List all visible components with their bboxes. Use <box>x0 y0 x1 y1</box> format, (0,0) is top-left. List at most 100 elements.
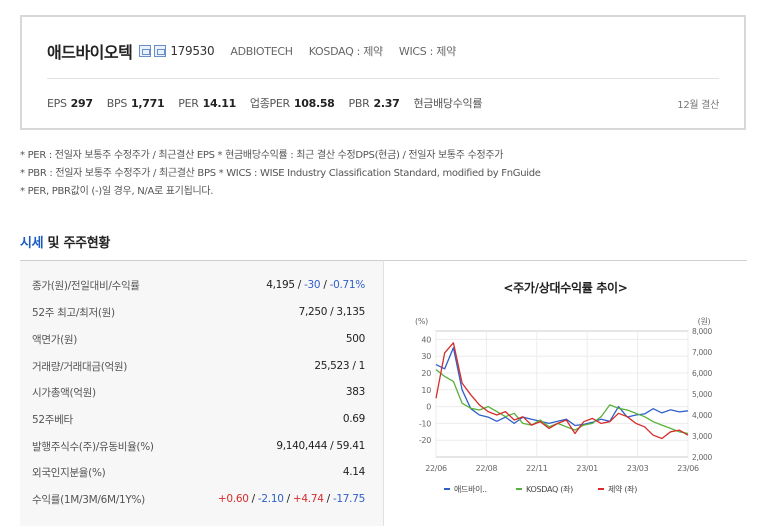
row-value: 383 <box>345 386 365 398</box>
row-value: 9,140,444 / 59.41 <box>276 440 365 452</box>
left-tick-label: -10 <box>419 419 431 428</box>
left-axis-unit: (%) <box>415 317 428 326</box>
right-tick-label: 5,000 <box>692 390 712 399</box>
table-row: 수익률(1M/3M/6M/1Y%) +0.60 / -2.10 / +4.74 … <box>20 486 383 512</box>
footnotes: * PER : 전일자 보통주 수정주가 / 최근결산 EPS * 현금배당수익… <box>20 147 541 201</box>
table-row: 종가(원)/전일대비/수익률 4,195 / -30 / -0.71% <box>20 272 383 298</box>
metric-eps: EPS 297 <box>47 97 93 110</box>
table-row: 외국인지분율(%) 4.14 <box>20 459 383 485</box>
stock-code: 179530 <box>170 44 215 58</box>
company-summary-box: 애드바이오텍 179530 ADBIOTECH KOSDAQ : 제약 WICS… <box>20 15 746 130</box>
industry-per-label: 업종PER <box>249 97 290 110</box>
table-row: 액면가(원) 500 <box>20 326 383 352</box>
wics-info: WICS : 제약 <box>398 45 456 58</box>
industry-per-value: 108.58 <box>293 97 335 110</box>
dividend-label: 현금배당수익률 <box>413 97 483 110</box>
left-tick-label: 30 <box>421 352 431 361</box>
metric-bps: BPS 1,771 <box>107 97 165 110</box>
x-tick-label: 22/08 <box>476 464 498 473</box>
plot-area <box>435 330 689 458</box>
x-tick-label: 22/06 <box>425 464 447 473</box>
bps-label: BPS <box>106 96 128 110</box>
close-price: 4,195 / <box>266 279 305 291</box>
return-1m: +0.60 <box>217 493 249 505</box>
row-value: 4.14 <box>342 466 365 478</box>
left-tick-label: 20 <box>421 369 431 378</box>
return-6m: +4.74 <box>292 493 324 505</box>
x-tick-label: 22/11 <box>526 464 548 473</box>
table-row: 거래량/거래대금(억원) 25,523 / 1 <box>20 353 383 379</box>
price-change-rate: -0.71% <box>329 279 366 291</box>
row-label: 종가(원)/전일대비/수익률 <box>32 279 140 292</box>
row-value: +0.60 / -2.10 / +4.74 / -17.75 <box>218 493 365 505</box>
row-value: 4,195 / -30 / -0.71% <box>266 279 365 291</box>
row-value: 7,250 / 3,135 <box>298 306 366 318</box>
note-pbr: * PBR : 전일자 보통주 수정주가 / 최근결산 BPS * WICS :… <box>20 168 541 179</box>
table-row: 52주베타 0.69 <box>20 406 383 432</box>
price-chart: 40 30 20 10 0 -10 -20 8,000 7,000 6,000 5,000 4,000… <box>415 317 713 494</box>
section-title-accent: 시세 <box>20 236 44 251</box>
separator: / <box>248 493 258 505</box>
section-title: 시세 및 주주현황 <box>20 232 110 251</box>
settlement-month: 12월 결산 <box>677 99 719 111</box>
x-tick-label: 23/03 <box>627 464 649 473</box>
row-label: 52주 최고/최저(원) <box>32 306 115 319</box>
left-tick-label: 10 <box>421 386 431 395</box>
table-row: 발행주식수(주)/유동비율(%) 9,140,444 / 59.41 <box>20 433 383 459</box>
row-value: 0.69 <box>342 413 365 425</box>
metric-pbr: PBR 2.37 <box>349 97 400 110</box>
right-tick-label: 7,000 <box>692 348 712 357</box>
table-row: 시가총액(억원) 383 <box>20 379 383 405</box>
separator: / <box>323 493 333 505</box>
row-label: 거래량/거래대금(억원) <box>32 360 128 373</box>
report-icon[interactable] <box>139 45 152 57</box>
metric-per: PER 14.11 <box>178 97 236 110</box>
legend-label: KOSDAQ (좌) <box>526 485 573 494</box>
company-header: 애드바이오텍 179530 ADBIOTECH KOSDAQ : 제약 WICS… <box>47 41 456 62</box>
metric-dividend: 현금배당수익률 <box>413 95 486 111</box>
per-value: 14.11 <box>202 96 237 110</box>
bps-value: 1,771 <box>131 96 165 110</box>
right-tick-label: 4,000 <box>692 411 712 420</box>
row-label: 수익률(1M/3M/6M/1Y%) <box>32 493 145 506</box>
right-tick-label: 8,000 <box>692 327 712 336</box>
price-change: -30 <box>304 279 321 291</box>
market-info: KOSDAQ : 제약 <box>308 45 383 58</box>
section-title-rest: 및 주주현황 <box>43 236 111 251</box>
return-3m: -2.10 <box>257 493 284 505</box>
eps-value: 297 <box>70 96 93 110</box>
separator: / <box>283 493 293 505</box>
row-value: 500 <box>345 333 365 345</box>
note-per: * PER : 전일자 보통주 수정주가 / 최근결산 EPS * 현금배당수익… <box>20 150 504 161</box>
right-axis-unit: (원) <box>698 317 711 326</box>
x-tick-label: 23/01 <box>576 464 598 473</box>
left-tick-label: 40 <box>421 335 431 344</box>
chart-panel: <주가/상대수익률 추이> 40 30 20 10 0 -10 -20 8,000 7,000 6… <box>383 260 747 526</box>
legend-label: 제약 (좌) <box>608 484 637 494</box>
separator: / <box>320 279 330 291</box>
per-label: PER <box>178 96 199 110</box>
row-label: 외국인지분율(%) <box>32 466 106 479</box>
row-value: 25,523 / 1 <box>314 360 365 372</box>
right-tick-label: 3,000 <box>692 432 712 441</box>
left-tick-label: -20 <box>419 436 431 445</box>
note-negative: * PER, PBR값이 (-)일 경우, N/A로 표기됩니다. <box>20 186 214 197</box>
right-tick-label: 2,000 <box>692 453 712 462</box>
english-name: ADBIOTECH <box>230 44 293 58</box>
right-tick-label: 6,000 <box>692 369 712 378</box>
row-label: 액면가(원) <box>32 333 78 346</box>
pbr-value: 2.37 <box>373 96 400 110</box>
row-label: 발행주식수(주)/유동비율(%) <box>32 440 154 453</box>
row-label: 시가총액(억원) <box>32 386 96 399</box>
row-label: 52주베타 <box>32 413 73 426</box>
print-icon[interactable] <box>154 45 167 57</box>
pbr-label: PBR <box>348 96 370 110</box>
left-tick-label: 0 <box>426 403 431 412</box>
legend-label: 애드바이.. <box>454 484 487 494</box>
metric-industry-per: 업종PER 108.58 <box>250 95 335 111</box>
price-table: 종가(원)/전일대비/수익률 4,195 / -30 / -0.71% 52주 … <box>20 260 383 526</box>
company-name: 애드바이오텍 <box>47 43 133 62</box>
eps-label: EPS <box>47 96 67 110</box>
table-row: 52주 최고/최저(원) 7,250 / 3,135 <box>20 299 383 325</box>
metrics-row: EPS 297 BPS 1,771 PER 14.11 업종PER 108.58 PBR… <box>47 95 719 111</box>
